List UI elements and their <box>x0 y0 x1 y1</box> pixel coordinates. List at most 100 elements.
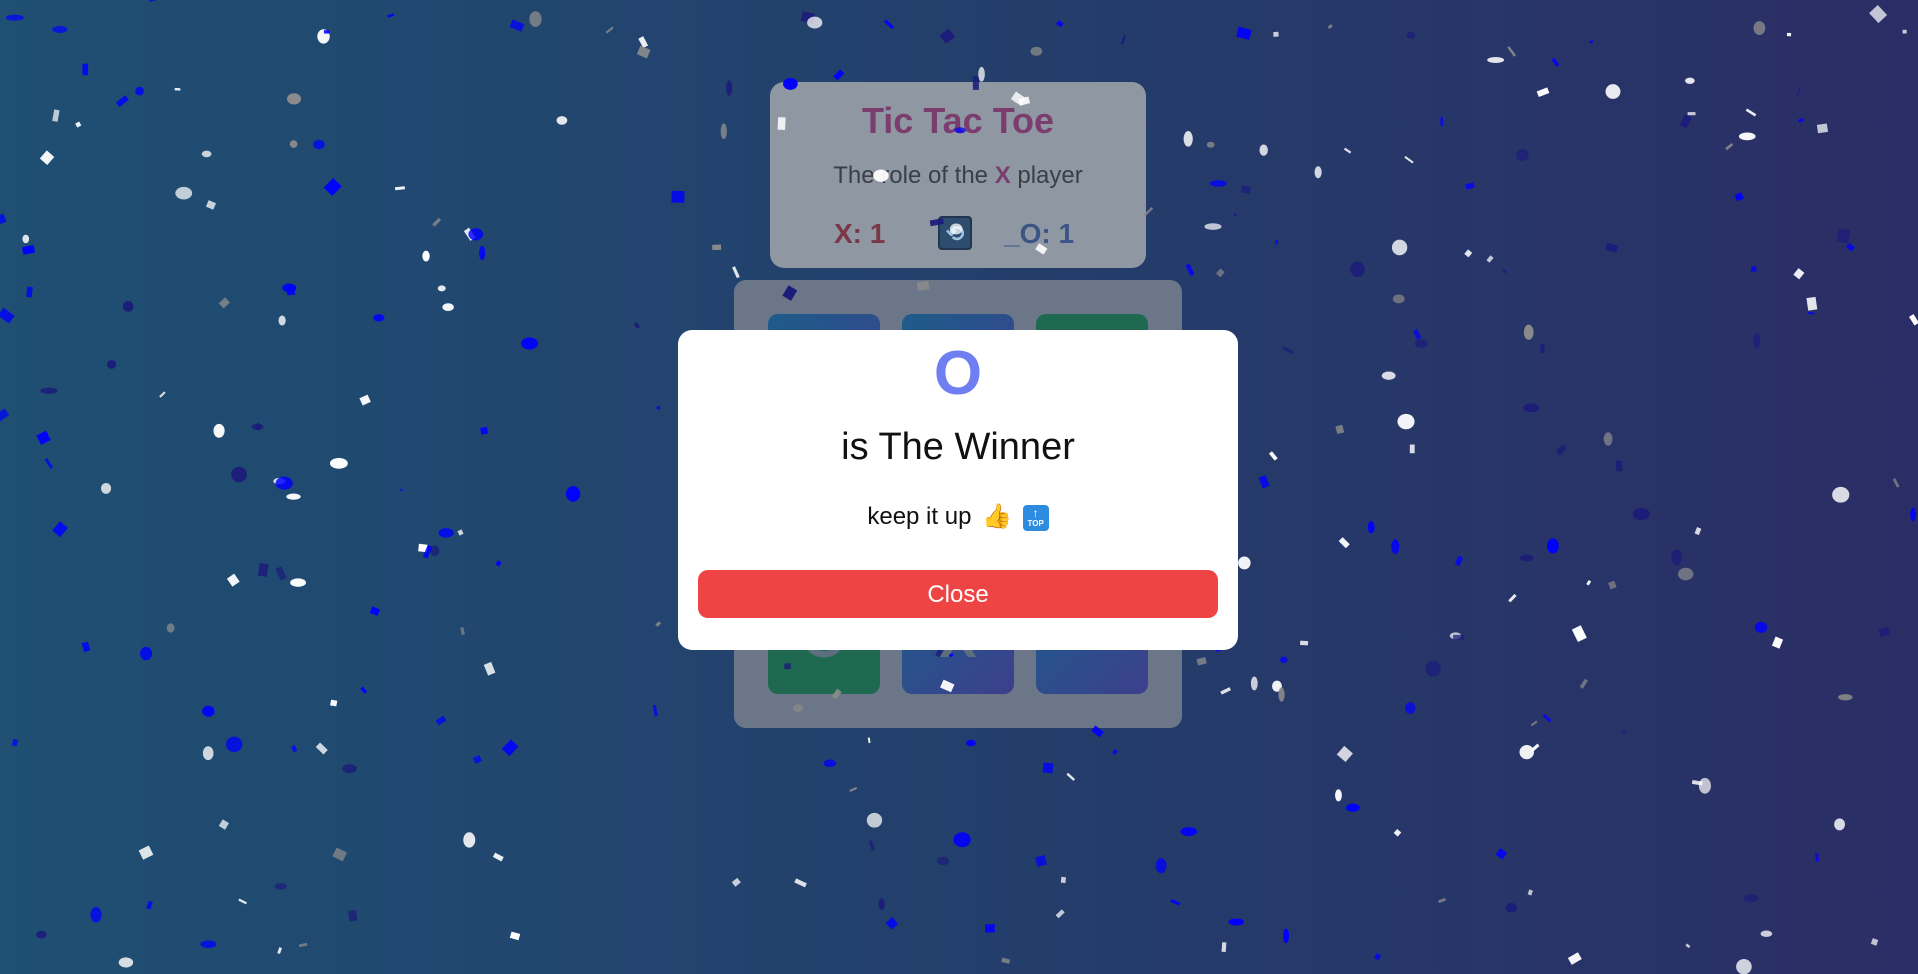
confetti-piece <box>373 314 385 322</box>
confetti-piece <box>290 578 306 587</box>
confetti-piece <box>1343 147 1352 154</box>
confetti-piece <box>1519 745 1534 760</box>
confetti-piece <box>1793 268 1805 280</box>
confetti-piece <box>1268 451 1278 461</box>
confetti-piece <box>1392 294 1405 304</box>
confetti-piece <box>251 423 264 431</box>
confetti-piece <box>1240 185 1252 195</box>
confetti-piece <box>122 300 134 312</box>
confetti-piece <box>953 832 971 848</box>
confetti-piece <box>442 303 454 312</box>
confetti-piece <box>867 737 871 744</box>
winner-text: is The Winner <box>841 426 1075 468</box>
confetti-piece <box>1816 123 1829 134</box>
confetti-piece <box>1551 57 1560 67</box>
confetti-piece <box>1892 478 1900 488</box>
game-header-card: Tic Tac Toe The role of the X player X: … <box>770 82 1146 268</box>
confetti-piece <box>731 877 741 887</box>
keep-label: keep it up <box>867 503 972 530</box>
confetti-piece <box>332 847 348 862</box>
confetti-piece <box>254 422 263 431</box>
confetti-piece <box>1754 621 1768 633</box>
confetti-piece <box>1465 182 1475 190</box>
confetti-piece <box>1579 678 1589 689</box>
confetti-piece <box>0 307 15 324</box>
confetti-piece <box>315 742 328 755</box>
close-button[interactable]: Close <box>698 570 1218 618</box>
confetti-piece <box>1258 474 1270 489</box>
confetti-piece <box>1546 538 1559 554</box>
confetti-piece <box>720 123 727 140</box>
confetti-piece <box>655 621 662 627</box>
confetti-piece <box>1345 803 1360 812</box>
top-arrow-icon: ↑ TOP <box>1022 504 1049 531</box>
confetti-piece <box>1909 314 1918 326</box>
confetti-piece <box>202 746 214 761</box>
thumbs-up-icon: 👍 <box>982 503 1012 530</box>
confetti-piece <box>138 845 154 860</box>
confetti-piece <box>238 898 247 905</box>
confetti-piece <box>1404 156 1414 164</box>
confetti-piece <box>289 140 298 148</box>
confetti-piece <box>1196 657 1207 666</box>
confetti-piece <box>286 493 301 500</box>
confetti-piece <box>1760 930 1773 937</box>
confetti-piece <box>565 486 581 502</box>
confetti-piece <box>1030 46 1043 56</box>
confetti-piece <box>468 228 484 241</box>
confetti-piece <box>1391 239 1408 256</box>
confetti-piece <box>225 736 243 753</box>
confetti-piece <box>1814 852 1820 863</box>
confetti-piece <box>1536 87 1550 98</box>
confetti-piece <box>278 315 286 326</box>
confetti-piece <box>1743 894 1759 903</box>
confetti-piece <box>348 910 358 922</box>
confetti-piece <box>1336 745 1353 763</box>
confetti-piece <box>479 245 486 261</box>
confetti-piece <box>1454 555 1464 566</box>
confetti-piece <box>1869 5 1888 24</box>
confetti-piece <box>656 406 661 410</box>
confetti-piece <box>52 521 68 538</box>
confetti-piece <box>140 646 153 661</box>
confetti-piece <box>36 930 47 939</box>
confetti-piece <box>213 423 225 438</box>
confetti-piece <box>323 177 342 196</box>
confetti-piece <box>1273 31 1279 37</box>
confetti-piece <box>492 852 504 862</box>
confetti-piece <box>1567 952 1582 965</box>
confetti-piece <box>1001 957 1011 964</box>
turn-indicator: The role of the X player <box>770 162 1146 190</box>
confetti-piece <box>313 139 325 150</box>
confetti-piece <box>290 745 298 753</box>
confetti-piece <box>174 87 181 91</box>
score-o: _O: 1 <box>1004 218 1075 249</box>
confetti-piece <box>1487 56 1505 63</box>
confetti-piece <box>1845 242 1856 252</box>
turn-prefix: The role of the <box>833 162 995 189</box>
confetti-piece <box>1406 31 1416 39</box>
confetti-piece <box>369 606 381 617</box>
confetti-piece <box>0 408 10 422</box>
confetti-piece <box>1449 632 1462 640</box>
confetti-piece <box>1616 460 1623 472</box>
confetti-piece <box>1412 329 1422 340</box>
confetti-piece <box>100 482 112 494</box>
reset-button[interactable]: ⟲ <box>938 216 972 250</box>
confetti-piece <box>323 30 330 34</box>
confetti-piece <box>1495 848 1508 860</box>
confetti-piece <box>633 321 640 329</box>
confetti-piece <box>257 562 269 577</box>
confetti-piece <box>1589 39 1594 44</box>
confetti-piece <box>5 14 24 21</box>
confetti-piece <box>509 931 521 941</box>
confetti-piece <box>435 715 447 726</box>
confetti-piece <box>387 13 395 18</box>
encouragement-text: keep it up 👍 ↑ TOP <box>678 502 1238 531</box>
confetti-piece <box>1350 261 1365 277</box>
confetti-piece <box>39 150 55 166</box>
confetti-piece <box>1753 21 1766 35</box>
confetti-piece <box>1120 35 1127 45</box>
confetti-piece <box>75 121 82 128</box>
confetti-piece <box>218 297 230 309</box>
